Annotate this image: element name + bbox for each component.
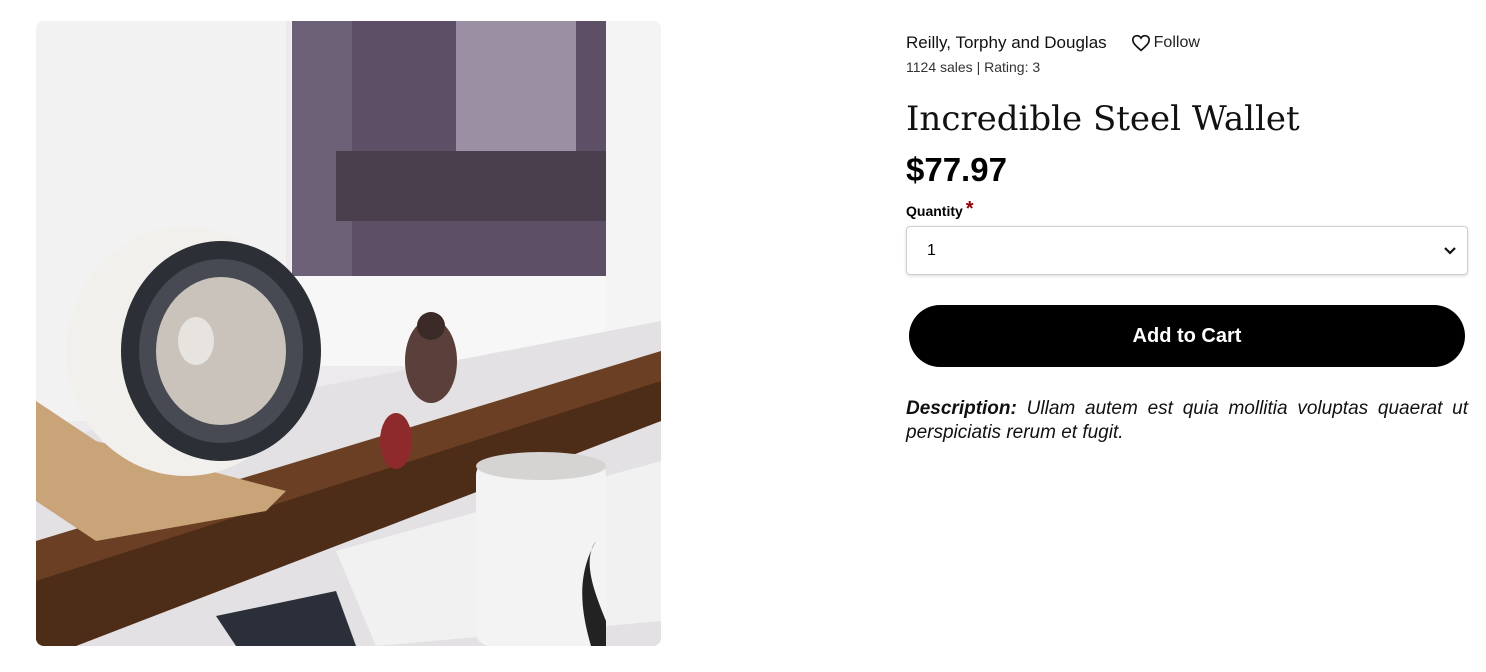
quantity-selected-value: 1 [927, 241, 936, 259]
product-price: $77.97 [906, 151, 1007, 188]
seller-row: Reilly, Torphy and Douglas Follow [906, 30, 1468, 56]
product-page: Reilly, Torphy and Douglas Follow 1124 s… [0, 0, 1486, 672]
quantity-label-text: Quantity [906, 203, 963, 219]
product-description: Description: Ullam autem est quia mollit… [906, 397, 1468, 445]
required-mark: * [965, 198, 974, 220]
add-to-cart-button[interactable]: Add to Cart [909, 305, 1465, 367]
description-label: Description: [906, 398, 1017, 419]
product-title: Incredible Steel Wallet [906, 99, 1300, 139]
seller-name[interactable]: Reilly, Torphy and Douglas [906, 33, 1107, 53]
quantity-select[interactable]: 1 [906, 226, 1468, 275]
chevron-down-icon [1444, 246, 1456, 255]
product-image [36, 21, 661, 646]
follow-button[interactable]: Follow [1131, 34, 1200, 52]
follow-label: Follow [1153, 34, 1200, 51]
quantity-label: Quantity * [906, 198, 1468, 220]
seller-stats: 1124 sales | Rating: 3 [906, 59, 1041, 75]
product-info: Reilly, Torphy and Douglas Follow 1124 s… [906, 30, 1468, 445]
heart-icon [1131, 34, 1150, 52]
